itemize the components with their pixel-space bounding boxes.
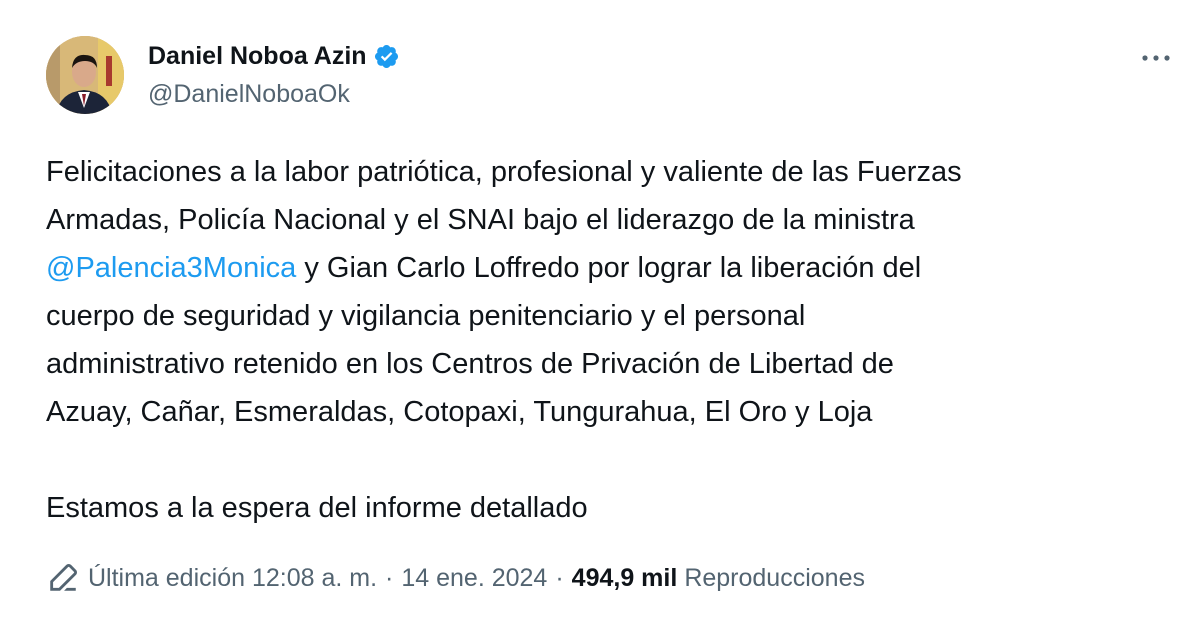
tweet-line-with-mention: @Palencia3Monica y Gian Carlo Loffredo p… <box>46 244 1156 292</box>
mention-link[interactable]: @Palencia3Monica <box>46 252 296 284</box>
more-options-icon[interactable] <box>1138 40 1174 76</box>
tweet-line: Azuay, Cañar, Esmeraldas, Cotopaxi, Tung… <box>46 396 873 428</box>
tweet-line: Felicitaciones a la labor patriótica, pr… <box>46 156 962 188</box>
meta-separator: · <box>385 563 394 592</box>
tweet-meta: Última edición 12:08 a. m. · 14 ene. 202… <box>46 560 865 596</box>
tweet-line: Armadas, Policía Nacional y el SNAI bajo… <box>46 204 915 236</box>
tweet-line: cuerpo de seguridad y vigilancia peniten… <box>46 300 806 332</box>
author-display-name[interactable]: Daniel Noboa Azin <box>148 42 367 71</box>
verified-badge-icon[interactable] <box>373 43 400 70</box>
tweet-text: Felicitaciones a la labor patriótica, pr… <box>46 148 1156 532</box>
avatar[interactable] <box>46 36 124 114</box>
author-handle[interactable]: @DanielNoboaOk <box>148 80 350 109</box>
views-label: Reproducciones <box>684 563 865 592</box>
meta-separator: · <box>555 563 564 592</box>
tweet-paragraph-2: Estamos a la espera del informe detallad… <box>46 492 588 524</box>
tweet-card: Daniel Noboa Azin @DanielNoboaOk Felicit… <box>0 0 1200 630</box>
views-count: 494,9 mil <box>571 563 678 592</box>
tweet-line-text: y Gian Carlo Loffredo por lograr la libe… <box>296 252 922 284</box>
tweet-line: administrativo retenido en los Centros d… <box>46 348 894 380</box>
avatar-photo <box>46 36 124 114</box>
last-edited-link[interactable]: Última edición 12:08 a. m. <box>88 564 377 593</box>
tweet-date-link[interactable]: 14 ene. 2024 <box>401 564 547 593</box>
author-name-row: Daniel Noboa Azin <box>148 40 400 72</box>
pencil-icon[interactable] <box>46 561 80 595</box>
